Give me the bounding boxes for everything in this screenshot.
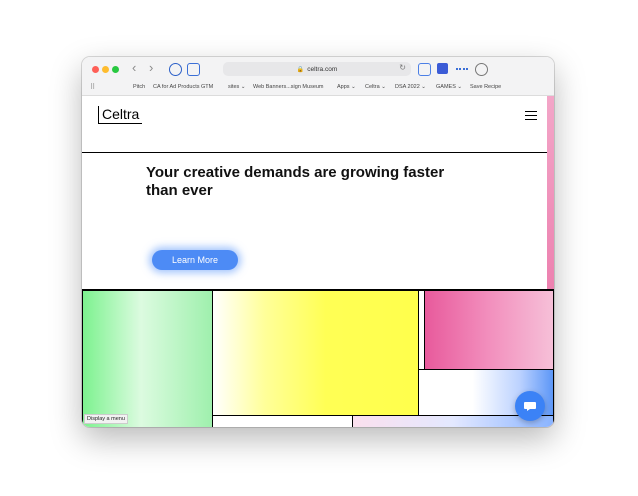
browser-window: ‹ › 🔒 celtra.com ↻ ⠿ Pitch CA for Ad Pro… — [82, 57, 554, 427]
bookmark-folder[interactable]: sites ⌄ — [228, 84, 245, 90]
download-icon[interactable] — [475, 63, 488, 76]
bookmark-item[interactable]: CA for Ad Products GTM — [153, 84, 213, 90]
bookmark-folder[interactable]: GAMES ⌄ — [436, 84, 462, 90]
tooltip: Display a menu — [84, 414, 128, 424]
close-window-button[interactable] — [92, 66, 99, 73]
pink-tile — [424, 290, 554, 370]
pocket-icon[interactable] — [418, 63, 431, 76]
hero-headline: Your creative demands are growing faster… — [146, 164, 445, 199]
divider — [82, 152, 547, 153]
bookmark-folder[interactable]: DSA 2022 ⌄ — [395, 84, 426, 90]
zoom-window-button[interactable] — [112, 66, 119, 73]
celtra-logo[interactable]: Celtra — [98, 106, 143, 124]
minimize-window-button[interactable] — [102, 66, 109, 73]
chat-icon — [524, 402, 536, 411]
translate-extension-icon[interactable] — [437, 63, 448, 74]
extension-icon[interactable] — [456, 68, 468, 70]
bookmarks-bar: ⠿ Pitch CA for Ad Products GTM sites ⌄ W… — [82, 81, 554, 93]
chat-button[interactable] — [515, 391, 545, 421]
yellow-tile — [212, 290, 419, 416]
bookmark-item[interactable]: Web Banners...sign Museum — [253, 84, 324, 90]
menu-icon[interactable] — [525, 111, 537, 120]
bookmark-folder[interactable]: Apps ⌄ — [337, 84, 356, 90]
bookmark-item[interactable]: Save Recipe — [470, 84, 501, 90]
white-tile — [212, 415, 353, 427]
lock-icon: 🔒 — [296, 66, 305, 73]
address-text: celtra.com — [307, 65, 338, 73]
privacy-extension-icon[interactable] — [169, 63, 182, 76]
back-button[interactable]: ‹ — [132, 61, 136, 75]
grid-icon[interactable]: ⠿ — [90, 83, 95, 91]
browser-toolbar: ‹ › 🔒 celtra.com ↻ ⠿ Pitch CA for Ad Pro… — [82, 57, 554, 96]
reload-icon[interactable]: ↻ — [399, 63, 406, 72]
bookmark-item[interactable]: Pitch — [133, 84, 145, 90]
shield-extension-icon[interactable] — [187, 63, 200, 76]
learn-more-button[interactable]: Learn More — [152, 250, 238, 270]
bookmark-folder[interactable]: Celtra ⌄ — [365, 84, 386, 90]
forward-button[interactable]: › — [149, 61, 153, 75]
address-bar[interactable]: 🔒 celtra.com ↻ — [223, 62, 411, 76]
web-page: Celtra Your creative demands are growing… — [82, 96, 554, 427]
green-tile — [82, 290, 213, 427]
color-mosaic — [82, 289, 554, 427]
